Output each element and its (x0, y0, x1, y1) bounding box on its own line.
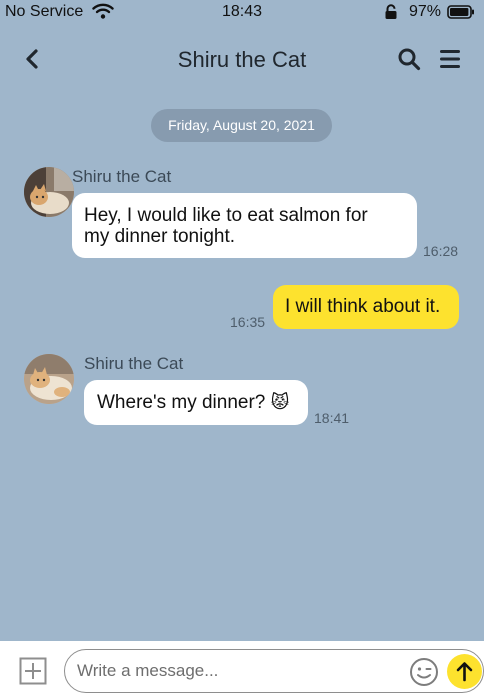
emoji-icon[interactable] (409, 657, 439, 687)
arrow-up-icon (456, 662, 473, 682)
message-timestamp: 16:28 (423, 243, 459, 259)
message-composer (0, 641, 487, 694)
message-input[interactable] (77, 659, 407, 683)
search-icon[interactable] (397, 47, 421, 71)
message-bubble[interactable]: Where's my dinner? 😾 (84, 380, 308, 425)
chat-screen: No Service 18:43 97% Shiru the Cat Frida… (0, 0, 484, 694)
plus-square-icon[interactable] (19, 657, 47, 685)
status-bar: No Service 18:43 97% (0, 0, 484, 24)
battery-percent: 97% (409, 3, 442, 20)
message-text: Where's my dinner? (97, 392, 266, 413)
chat-header: Shiru the Cat (0, 36, 484, 84)
message-bubble[interactable]: Hey, I would like to eat salmon for my d… (72, 193, 417, 258)
pouting-cat-emoji: 😾 (270, 392, 290, 412)
sender-name: Shiru the Cat (72, 167, 172, 186)
battery-icon (447, 5, 475, 24)
menu-icon[interactable] (438, 48, 462, 70)
avatar[interactable] (24, 354, 74, 404)
avatar[interactable] (24, 167, 74, 217)
message-bubble[interactable]: I will think about it. (273, 285, 459, 329)
message-text-line: Hey, I would like to eat salmon for (84, 205, 368, 226)
message-timestamp: 16:35 (230, 314, 266, 330)
message-text: I will think about it. (285, 296, 441, 317)
message-timestamp: 18:41 (314, 410, 350, 426)
message-input-container (64, 649, 484, 693)
date-divider: Friday, August 20, 2021 (151, 109, 332, 142)
message-text-line: my dinner tonight. (84, 226, 236, 247)
rotation-lock-icon (384, 4, 398, 25)
sender-name: Shiru the Cat (84, 354, 184, 373)
send-button[interactable] (447, 654, 482, 689)
